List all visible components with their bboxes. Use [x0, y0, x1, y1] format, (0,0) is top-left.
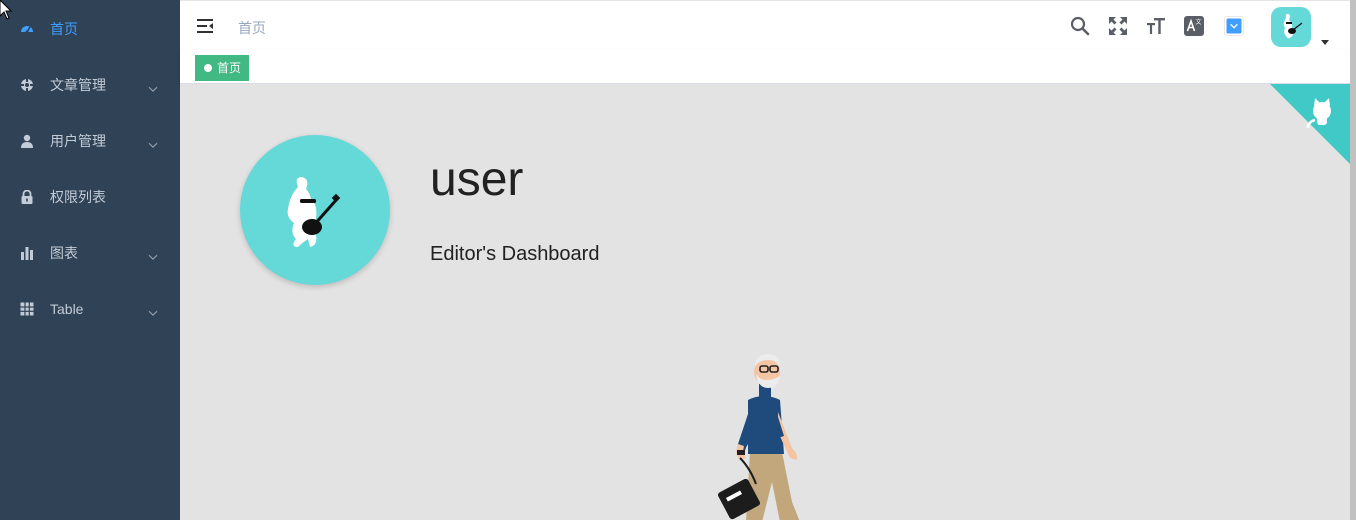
user-icon [20, 134, 34, 148]
breadcrumb-item: 首页 [238, 20, 266, 36]
navbar: 首页 文 [180, 0, 1350, 50]
sidebar-item-label: 用户管理 [50, 133, 106, 149]
profile-avatar [240, 135, 390, 285]
sidebar-item-table[interactable]: Table [0, 281, 180, 337]
github-corner-icon[interactable] [1270, 84, 1350, 164]
breadcrumb: 首页 [238, 18, 266, 38]
chevron-down-icon [148, 248, 158, 261]
search-icon[interactable] [1070, 16, 1090, 36]
sidebar-item-label: Table [50, 301, 84, 317]
sidebar-item-label: 权限列表 [50, 189, 106, 205]
scrollbar[interactable] [1350, 0, 1356, 520]
caret-down-icon[interactable] [1321, 33, 1329, 45]
sidebar-item-users[interactable]: 用户管理 [0, 113, 180, 169]
dashboard-icon [20, 22, 34, 36]
chevron-down-icon [148, 80, 158, 93]
user-role: Editor's Dashboard [430, 243, 600, 265]
lock-icon [20, 190, 34, 204]
scrollbar-thumb[interactable] [1350, 0, 1356, 520]
sidebar-item-articles[interactable]: 文章管理 [0, 57, 180, 113]
svg-text:文: 文 [1196, 18, 1202, 26]
sidebar-item-home[interactable]: 首页 [0, 1, 180, 57]
sidebar-item-label: 文章管理 [50, 77, 106, 93]
chart-icon [20, 246, 34, 260]
article-icon [20, 78, 34, 92]
dashboard-main: user Editor's Dashboard [180, 84, 1350, 520]
tags-view: 首页 [180, 50, 1350, 84]
walking-man-illustration [710, 352, 830, 520]
theme-picker-icon[interactable] [1224, 16, 1244, 36]
user-avatar[interactable] [1271, 7, 1311, 47]
sidebar-item-permissions[interactable]: 权限列表 [0, 169, 180, 225]
fullscreen-icon[interactable] [1108, 16, 1128, 36]
user-name: user [430, 153, 524, 206]
table-icon [20, 302, 34, 316]
sidebar-item-label: 首页 [50, 21, 78, 37]
sidebar: 首页 文章管理 用户管理 权限列表 图表 Table [0, 0, 180, 520]
hamburger-menu-icon[interactable] [196, 17, 214, 35]
language-icon[interactable]: 文 [1184, 16, 1204, 36]
chevron-down-icon [148, 136, 158, 149]
mouse-cursor-icon [0, 0, 12, 20]
font-size-icon[interactable] [1146, 16, 1166, 36]
tag-home[interactable]: 首页 [195, 55, 250, 81]
sidebar-item-label: 图表 [50, 245, 78, 261]
chevron-down-icon [148, 304, 158, 317]
tag-label: 首页 [217, 61, 242, 75]
sidebar-item-charts[interactable]: 图表 [0, 225, 180, 281]
